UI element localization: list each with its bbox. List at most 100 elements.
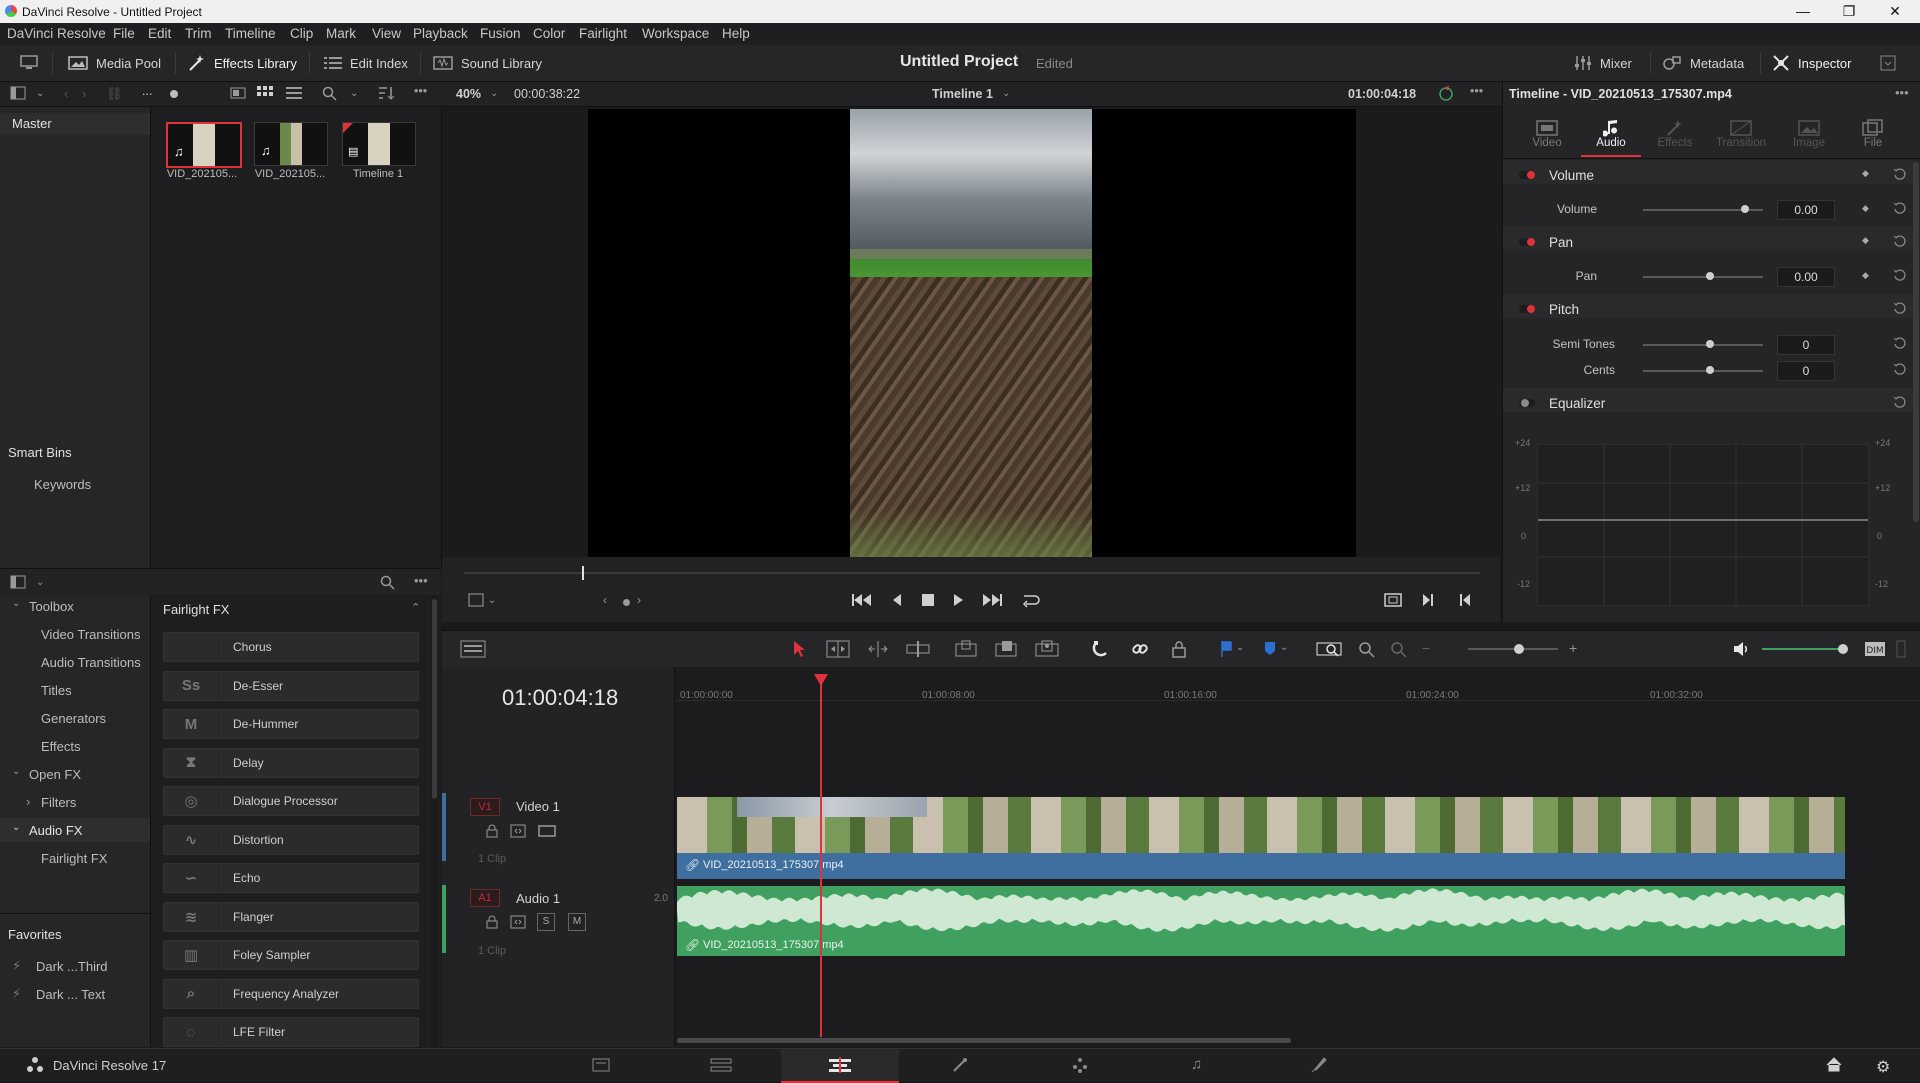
effect-item-delay[interactable]: ⧗ Delay [163,747,419,778]
overwrite-clip-icon[interactable] [994,640,1018,658]
match-frame-icon[interactable] [1384,593,1402,607]
chevron-down-icon[interactable]: ⌄ [36,88,44,99]
snapping-icon[interactable] [1092,640,1110,658]
mark-out-icon[interactable] [1421,593,1435,607]
disable-video-track-icon[interactable] [538,824,556,838]
timeline-zoom-slider[interactable] [1468,648,1558,650]
favorite-item-2[interactable]: Dark ... Text [36,987,105,1002]
tab-audio[interactable]: Audio [1581,115,1641,157]
menu-edit[interactable]: Edit [148,26,171,41]
metadata-button[interactable]: Metadata [1662,45,1744,81]
bin-options-icon[interactable]: ••• [414,84,427,98]
keyframe-icon[interactable]: ◆ [1862,235,1869,246]
menu-color[interactable]: Color [533,26,565,41]
pan-slider-knob[interactable] [1706,272,1714,280]
chevron-down-icon[interactable]: ⌄ [488,595,496,606]
tree-open-fx[interactable]: Open FX [29,767,81,782]
fairlight-page-icon[interactable]: ♫ [1191,1056,1202,1073]
settings-gear-icon[interactable]: ⚙ [1876,1057,1890,1077]
timeline-thumbnail[interactable]: ▤ [342,122,416,166]
stop-icon[interactable] [921,593,935,607]
color-page-icon[interactable] [1071,1056,1089,1074]
play-icon[interactable] [952,593,964,607]
menu-workspace[interactable]: Workspace [642,26,709,41]
tab-transition[interactable]: Transition [1711,115,1771,149]
chevron-down-icon[interactable]: ⌄ [12,822,20,833]
reset-icon[interactable] [1893,337,1906,350]
next-clip-icon[interactable]: › [637,593,641,607]
fusion-page-icon[interactable] [951,1056,969,1074]
zoom-custom-icon[interactable] [1388,640,1408,658]
tab-effects[interactable]: Effects [1645,115,1705,149]
tab-video[interactable]: Video [1517,115,1577,149]
auto-select-icon[interactable] [510,915,526,929]
keyframe-icon[interactable]: ◆ [1862,168,1869,179]
flag-icon[interactable] [1220,640,1232,658]
scrub-playhead[interactable] [582,566,584,580]
chevron-down-icon[interactable]: ⌄ [1236,642,1244,653]
search-icon[interactable] [322,86,337,101]
close-window-button[interactable]: ✕ [1872,0,1918,23]
tab-image[interactable]: Image [1779,115,1839,149]
tab-file[interactable]: File [1843,115,1903,149]
effect-item-de-esser[interactable]: Ss De-Esser [163,670,419,701]
search-icon[interactable] [380,575,395,590]
clip-thumbnail-2[interactable]: ♫ [254,122,328,166]
reset-icon[interactable] [1893,396,1906,409]
auto-select-icon[interactable] [510,824,526,838]
deliver-page-icon[interactable] [1310,1056,1328,1074]
volume-enable-toggle[interactable] [1527,171,1535,179]
semi-tones-slider[interactable] [1643,344,1763,346]
chevron-down-icon[interactable]: ⌄ [1002,88,1010,99]
link-bins-icon[interactable]: ⛓ [106,86,123,102]
master-volume-slider[interactable] [1762,648,1844,650]
menu-timeline[interactable]: Timeline [225,26,276,41]
sort-icon[interactable] [378,86,394,100]
edit-index-button[interactable]: Edit Index [324,45,408,81]
tree-audio-transitions[interactable]: Audio Transitions [41,655,141,670]
video-clip-filmstrip[interactable] [677,797,1845,853]
audio-track-name[interactable]: Audio 1 [516,891,560,906]
tree-audio-fx[interactable]: Audio FX [29,823,82,838]
tree-video-transitions[interactable]: Video Transitions [41,627,141,642]
zoom-out-icon[interactable]: − [1422,640,1430,656]
meter-icon[interactable] [1896,640,1906,658]
sound-library-button[interactable]: Sound Library [433,45,542,81]
minimize-button[interactable]: — [1780,0,1826,23]
zoom-to-fit-icon[interactable] [1316,640,1342,658]
menu-fairlight[interactable]: Fairlight [579,26,627,41]
mute-button[interactable]: M [568,913,586,931]
blade-tool-icon[interactable] [906,640,930,658]
audio-track-badge[interactable]: A1 [470,889,500,907]
trim-tool-icon[interactable] [826,640,850,658]
chevron-down-icon[interactable]: ⌄ [36,577,44,588]
volume-value[interactable]: 0.00 [1777,200,1835,220]
cut-page-icon[interactable] [710,1058,732,1072]
video-track-badge[interactable]: V1 [470,798,500,816]
reset-icon[interactable] [1893,168,1906,181]
equalizer-enable-toggle[interactable] [1521,399,1529,407]
play-reverse-icon[interactable] [891,593,903,607]
menu-playback[interactable]: Playback [413,26,468,41]
master-volume-knob[interactable] [1838,644,1848,654]
track-lock-icon[interactable] [486,824,498,838]
skip-to-start-icon[interactable] [852,593,872,607]
tree-toolbox[interactable]: Toolbox [29,599,74,614]
keywords-bin[interactable]: Keywords [34,477,91,492]
reset-icon[interactable] [1893,363,1906,376]
loop-icon[interactable] [1020,592,1040,608]
previous-clip-icon[interactable]: ‹ [603,593,607,607]
menu-mark[interactable]: Mark [326,26,356,41]
effect-item-chorus[interactable]: Chorus [163,632,419,662]
reset-icon[interactable] [1893,302,1906,315]
zoom-detail-icon[interactable] [1356,640,1376,658]
audio-clip[interactable]: 🔗︎ VID_20210513_175307.mp4 [677,886,1845,956]
menu-view[interactable]: View [372,26,401,41]
inspector-options-icon[interactable]: ••• [1895,85,1909,100]
effects-library-button[interactable]: Effects Library [188,45,297,81]
mixer-button[interactable]: Mixer [1574,45,1632,81]
favorite-item-1[interactable]: Dark ...Third [36,959,108,974]
chevron-down-icon[interactable]: ⌄ [1280,642,1288,653]
chevron-right-icon[interactable]: › [26,794,30,809]
timeline-scrollbar[interactable] [677,1038,1291,1043]
